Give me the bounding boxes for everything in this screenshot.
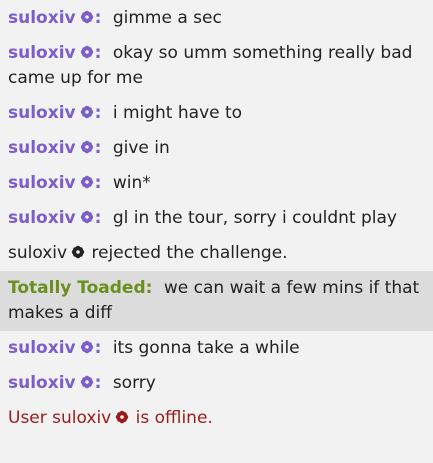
username[interactable]: suloxiv bbox=[8, 43, 76, 63]
flower-icon bbox=[80, 10, 94, 24]
chat-message: suloxiv: win* bbox=[8, 173, 151, 193]
username[interactable]: suloxiv bbox=[8, 138, 76, 158]
flower-icon bbox=[80, 340, 94, 354]
system-text: rejected the challenge. bbox=[91, 243, 288, 263]
chat-message: suloxiv: its gonna take a while bbox=[8, 338, 300, 358]
username[interactable]: suloxiv bbox=[8, 338, 76, 358]
username[interactable]: suloxiv bbox=[8, 173, 76, 193]
system-message: suloxiv rejected the challenge. bbox=[0, 236, 433, 271]
chat-message: suloxiv: gl in the tour, sorry i couldnt… bbox=[8, 208, 397, 228]
flower-icon bbox=[71, 245, 85, 259]
message-text: its gonna take a while bbox=[112, 338, 300, 358]
message-text: i might have to bbox=[112, 103, 243, 123]
message-text: give in bbox=[112, 138, 170, 158]
flower-icon bbox=[115, 410, 129, 424]
chat-message: suloxiv: give in bbox=[8, 138, 170, 158]
flower-icon bbox=[80, 175, 94, 189]
chat-message-highlighted: Totally Toaded: we can wait a few mins i… bbox=[0, 271, 433, 331]
username-plain[interactable]: suloxiv bbox=[8, 243, 67, 263]
chat-message: suloxiv: gimme a sec bbox=[8, 8, 222, 28]
chat-log: suloxiv: gimme a sec suloxiv: okay so um… bbox=[0, 0, 433, 463]
flower-icon bbox=[80, 210, 94, 224]
username[interactable]: suloxiv bbox=[8, 8, 76, 28]
message-text: gl in the tour, sorry i couldnt play bbox=[112, 208, 397, 228]
chat-message: suloxiv: okay so umm something really ba… bbox=[8, 43, 413, 88]
username-plain[interactable]: suloxiv bbox=[52, 408, 111, 428]
system-message-offline: User suloxiv is offline. bbox=[0, 401, 433, 436]
username[interactable]: suloxiv bbox=[8, 373, 76, 393]
flower-icon bbox=[80, 105, 94, 119]
username[interactable]: suloxiv bbox=[8, 208, 76, 228]
username[interactable]: Totally Toaded bbox=[8, 278, 146, 298]
flower-icon bbox=[80, 140, 94, 154]
system-prefix: User bbox=[8, 408, 47, 428]
chat-message: suloxiv: sorry bbox=[8, 373, 156, 393]
system-text: is offline. bbox=[135, 408, 213, 428]
message-text: win* bbox=[112, 173, 151, 193]
message-text: gimme a sec bbox=[112, 8, 222, 28]
username[interactable]: suloxiv bbox=[8, 103, 76, 123]
message-text: sorry bbox=[112, 373, 156, 393]
chat-message: suloxiv: i might have to bbox=[8, 103, 243, 123]
flower-icon bbox=[80, 375, 94, 389]
flower-icon bbox=[80, 45, 94, 59]
